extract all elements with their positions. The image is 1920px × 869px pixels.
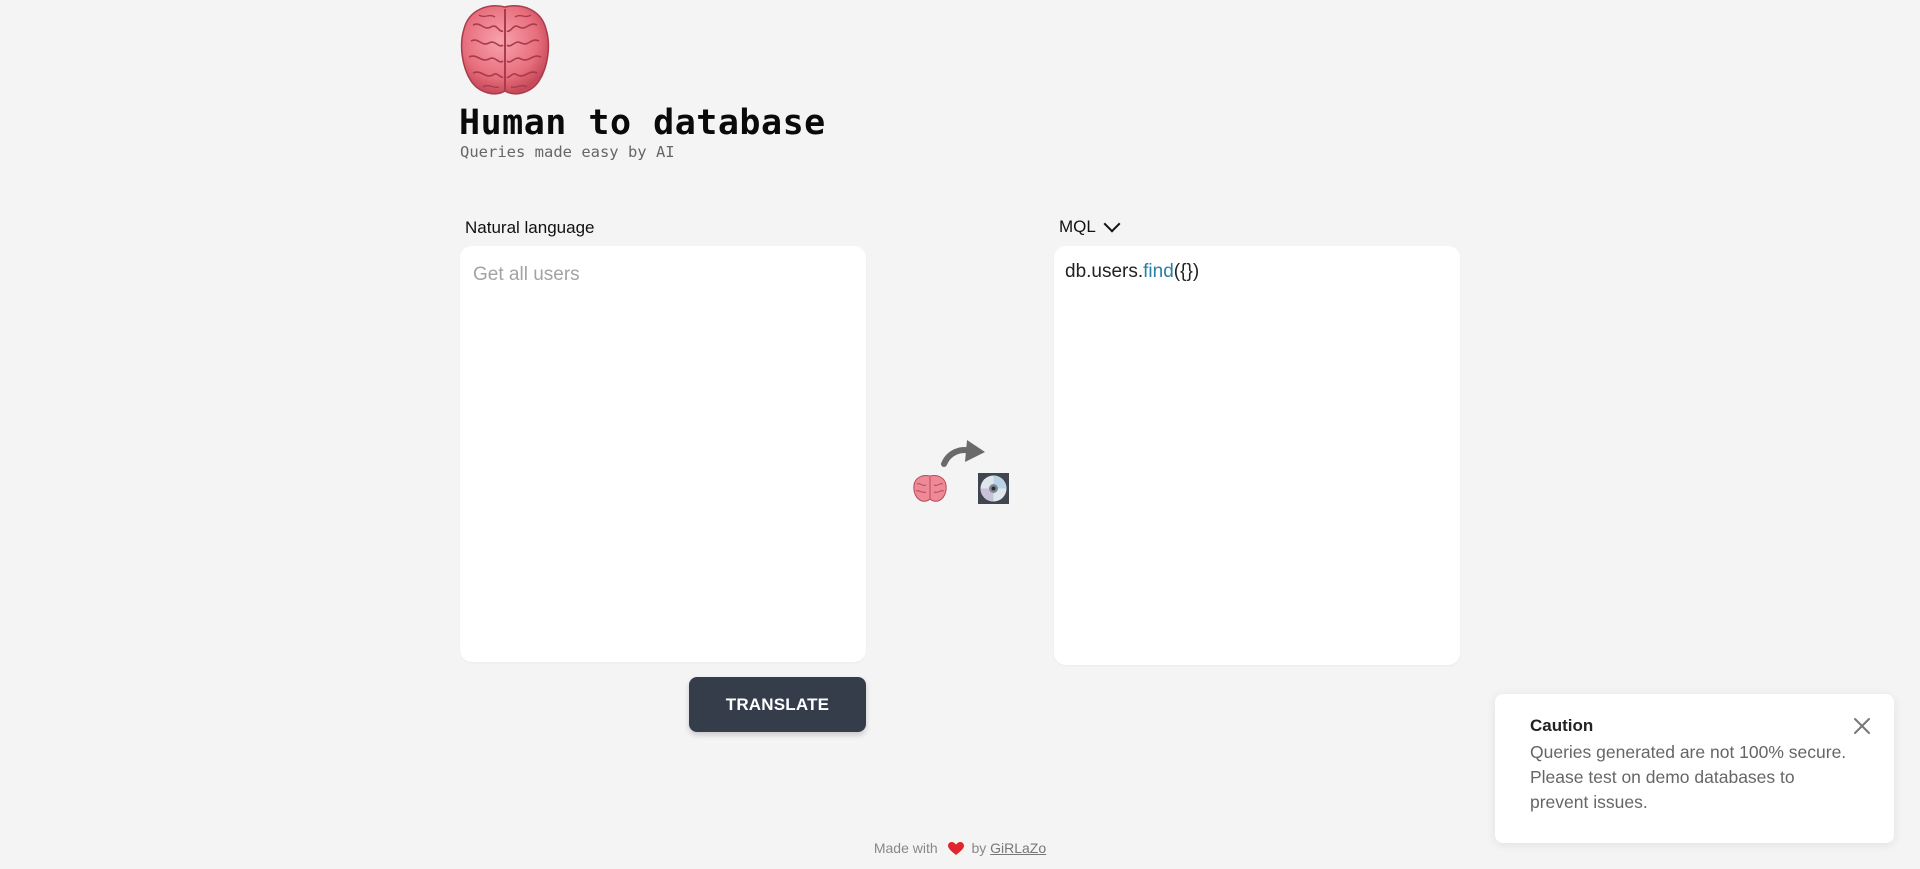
page: Human to database Queries made easy by A… xyxy=(0,0,1920,869)
caution-toast: Caution Queries generated are not 100% s… xyxy=(1495,694,1894,843)
chevron-down-icon xyxy=(1103,215,1121,233)
disk-icon xyxy=(978,473,1009,504)
brain-logo-icon xyxy=(460,5,550,95)
natural-language-label: Natural language xyxy=(465,218,595,237)
query-language-label: MQL xyxy=(1059,217,1096,236)
toast-message: Queries generated are not 100% secure. P… xyxy=(1530,742,1847,812)
query-function: find xyxy=(1143,261,1174,282)
page-title: Human to database xyxy=(459,103,826,143)
query-args: ({}) xyxy=(1173,261,1200,282)
heart-icon xyxy=(947,842,964,855)
curved-arrow-icon xyxy=(941,440,985,467)
brain-icon xyxy=(913,475,947,502)
footer-by: by xyxy=(971,840,987,856)
query-code: db.users.find({}) xyxy=(1065,261,1199,282)
translate-button[interactable]: TRANSLATE xyxy=(689,677,866,732)
mql-output[interactable]: db.users.find({}) xyxy=(1054,246,1460,665)
natural-language-input[interactable] xyxy=(460,246,866,662)
footer-made-with: Made with xyxy=(873,840,938,856)
footer: Made with by GiRLaZo xyxy=(0,840,1920,856)
author-link[interactable]: GiRLaZo xyxy=(990,840,1046,856)
close-icon[interactable] xyxy=(1852,716,1872,736)
toast-title: Caution xyxy=(1530,716,1594,735)
query-prefix: db.users. xyxy=(1065,261,1144,282)
query-language-selector[interactable]: MQL xyxy=(1059,215,1121,237)
page-subtitle: Queries made easy by AI xyxy=(460,143,675,161)
